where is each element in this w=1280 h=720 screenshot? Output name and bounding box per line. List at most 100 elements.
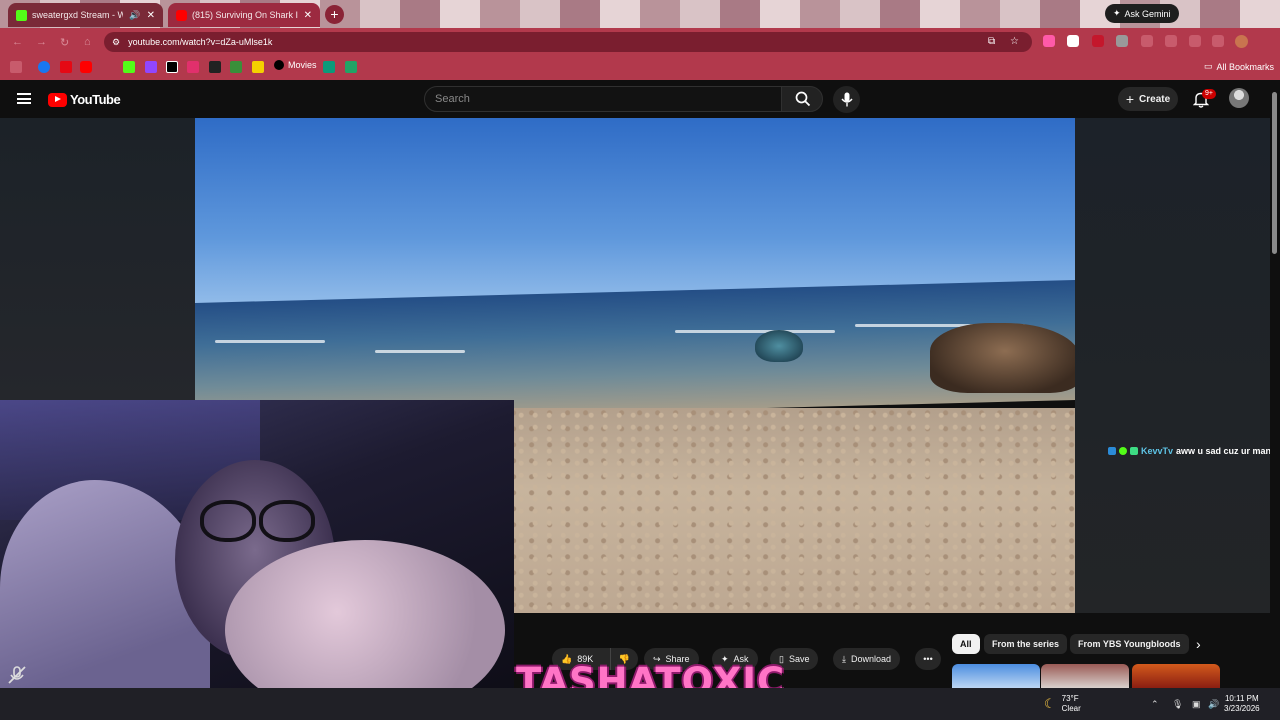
recommended-video-thumbnail[interactable] bbox=[1041, 664, 1129, 688]
cast-icon[interactable]: ⧉ bbox=[988, 36, 995, 47]
weather-widget[interactable]: ☾ 73°F Clear bbox=[1044, 694, 1081, 714]
notification-count-badge: 9+ bbox=[1202, 89, 1216, 99]
search-input[interactable]: Search bbox=[424, 86, 782, 112]
chat-badge-icon bbox=[1130, 447, 1138, 455]
recommended-video-thumbnail[interactable] bbox=[952, 664, 1040, 688]
ask-gemini-button[interactable]: ✦ Ask Gemini bbox=[1105, 4, 1179, 23]
speaker-icon[interactable]: 🔊 bbox=[129, 10, 140, 21]
twitch-bookmark-icon[interactable] bbox=[145, 61, 157, 73]
ambient-background-left bbox=[0, 118, 195, 400]
forward-icon[interactable]: → bbox=[36, 36, 47, 48]
search-icon bbox=[795, 91, 811, 107]
extension-icon[interactable] bbox=[1092, 35, 1104, 47]
tab-sweatergxd-stream[interactable]: sweatergxd Stream - Watch 🔊 ✕ bbox=[8, 3, 163, 27]
create-button[interactable]: + Create bbox=[1118, 87, 1178, 111]
play-bookmark-icon bbox=[274, 60, 284, 70]
plus-icon: + bbox=[1125, 91, 1135, 107]
close-tab-icon[interactable]: ✕ bbox=[304, 10, 312, 21]
streamer-webcam bbox=[0, 400, 514, 716]
microphone-icon bbox=[840, 92, 853, 107]
youtube-logo[interactable]: YouTube bbox=[48, 92, 121, 107]
clock-date: 3/23/2026 bbox=[1224, 704, 1260, 713]
network-icon[interactable]: ▣ bbox=[1192, 699, 1201, 710]
close-tab-icon[interactable]: ✕ bbox=[147, 10, 155, 21]
facebook-bookmark-icon[interactable] bbox=[38, 61, 50, 73]
download-button[interactable]: ⤓ Download bbox=[833, 648, 901, 670]
video-rock bbox=[930, 323, 1075, 393]
more-actions-button[interactable]: ••• bbox=[915, 648, 941, 670]
ambient-background-right bbox=[1075, 118, 1270, 613]
extension-icon[interactable] bbox=[1116, 35, 1128, 47]
chevron-right-icon[interactable]: › bbox=[1196, 636, 1201, 652]
weather-condition: Clear bbox=[1061, 704, 1081, 713]
extension-icon[interactable] bbox=[1043, 35, 1055, 47]
extension-bookmark-icon[interactable] bbox=[209, 61, 221, 73]
back-icon[interactable]: ← bbox=[12, 36, 23, 48]
tab-title: sweatergxd Stream - Watch bbox=[32, 10, 124, 20]
more-icon: ••• bbox=[923, 654, 933, 664]
chevron-up-icon[interactable]: ⌃ bbox=[1151, 699, 1159, 710]
reload-icon[interactable]: ↻ bbox=[60, 36, 69, 49]
weather-text: 73°F Clear bbox=[1062, 694, 1081, 714]
kick-favicon-icon bbox=[16, 9, 27, 21]
tab-shark-island[interactable]: (815) Surviving On Shark Island ✕ bbox=[168, 3, 320, 27]
tab-title: (815) Surviving On Shark Island bbox=[192, 10, 298, 20]
sheets-bookmark-icon[interactable] bbox=[345, 61, 357, 73]
microphone-tray-icon[interactable]: 🎙 bbox=[1172, 699, 1183, 710]
youtube-play-icon bbox=[48, 92, 67, 107]
youtube-bookmark-icon[interactable] bbox=[80, 61, 92, 73]
netflix-bookmark-icon[interactable] bbox=[60, 61, 72, 73]
menu-icon[interactable] bbox=[17, 93, 31, 104]
moon-icon: ☾ bbox=[1044, 696, 1056, 711]
recommended-video-thumbnail[interactable] bbox=[1132, 664, 1220, 688]
page-scrollbar[interactable] bbox=[1270, 80, 1280, 688]
ask-gemini-label: Ask Gemini bbox=[1124, 8, 1171, 19]
webcam-glasses bbox=[200, 500, 315, 542]
instagram-bookmark-icon[interactable] bbox=[187, 61, 199, 73]
browser-profile-avatar[interactable] bbox=[1235, 35, 1248, 48]
apps-icon[interactable] bbox=[10, 61, 22, 73]
volume-icon[interactable]: 🔊 bbox=[1208, 699, 1219, 710]
extension-icon[interactable] bbox=[1067, 35, 1079, 47]
windows-taskbar bbox=[0, 688, 1280, 720]
bookmark-icon[interactable] bbox=[323, 61, 335, 73]
clock-time: 10:11 PM bbox=[1224, 694, 1259, 703]
address-bar[interactable]: ⚙ youtube.com/watch?v=dZa-uMlse1k bbox=[104, 32, 1032, 52]
xbox-bookmark-icon[interactable] bbox=[230, 61, 242, 73]
extension-icon[interactable] bbox=[1141, 35, 1153, 47]
site-info-icon[interactable]: ⚙ bbox=[112, 37, 120, 48]
home-icon[interactable]: ⌂ bbox=[84, 36, 91, 48]
chip-from-the-series[interactable]: From the series bbox=[984, 634, 1068, 654]
star-bookmark-icon[interactable] bbox=[252, 61, 264, 73]
extension-icon[interactable] bbox=[1212, 35, 1224, 47]
movies-bookmark[interactable]: Movies bbox=[274, 60, 317, 70]
wave-foam bbox=[675, 330, 835, 333]
bookmark-star-icon[interactable]: ☆ bbox=[1010, 36, 1019, 47]
chip-all[interactable]: All bbox=[952, 634, 980, 654]
chip-from-ybs-youngbloods[interactable]: From YBS Youngbloods bbox=[1070, 634, 1189, 654]
wave-foam bbox=[375, 350, 465, 353]
system-clock[interactable]: 10:11 PM 3/23/2026 bbox=[1224, 694, 1260, 714]
all-bookmarks[interactable]: ▭ All Bookmarks bbox=[1204, 61, 1274, 72]
kick-bookmark-icon[interactable] bbox=[123, 61, 135, 73]
download-icon: ⤓ bbox=[842, 653, 846, 664]
stream-chat-overlay: KevvTv aww u sad cuz ur man c bbox=[1108, 446, 1279, 456]
extension-icon[interactable] bbox=[1165, 35, 1177, 47]
scrollbar-thumb[interactable] bbox=[1272, 92, 1277, 254]
chat-username: KevvTv bbox=[1141, 446, 1174, 456]
extension-icon[interactable] bbox=[1189, 35, 1201, 47]
url-text: youtube.com/watch?v=dZa-uMlse1k bbox=[128, 37, 273, 47]
voice-search-button[interactable] bbox=[833, 86, 860, 113]
youtube-logo-text: YouTube bbox=[70, 92, 121, 107]
video-diver bbox=[755, 330, 803, 362]
account-avatar[interactable] bbox=[1229, 88, 1249, 108]
all-bookmarks-label: All Bookmarks bbox=[1216, 61, 1275, 72]
movies-label: Movies bbox=[288, 60, 317, 70]
gemini-sparkle-icon: ✦ bbox=[1113, 8, 1121, 18]
create-label: Create bbox=[1139, 93, 1171, 105]
new-tab-button[interactable]: + bbox=[325, 5, 344, 24]
x-bookmark-icon[interactable] bbox=[166, 61, 178, 73]
muted-microphone-icon bbox=[6, 664, 28, 686]
search-button[interactable] bbox=[781, 86, 823, 112]
chat-message: aww u sad cuz ur man c bbox=[1176, 446, 1279, 456]
